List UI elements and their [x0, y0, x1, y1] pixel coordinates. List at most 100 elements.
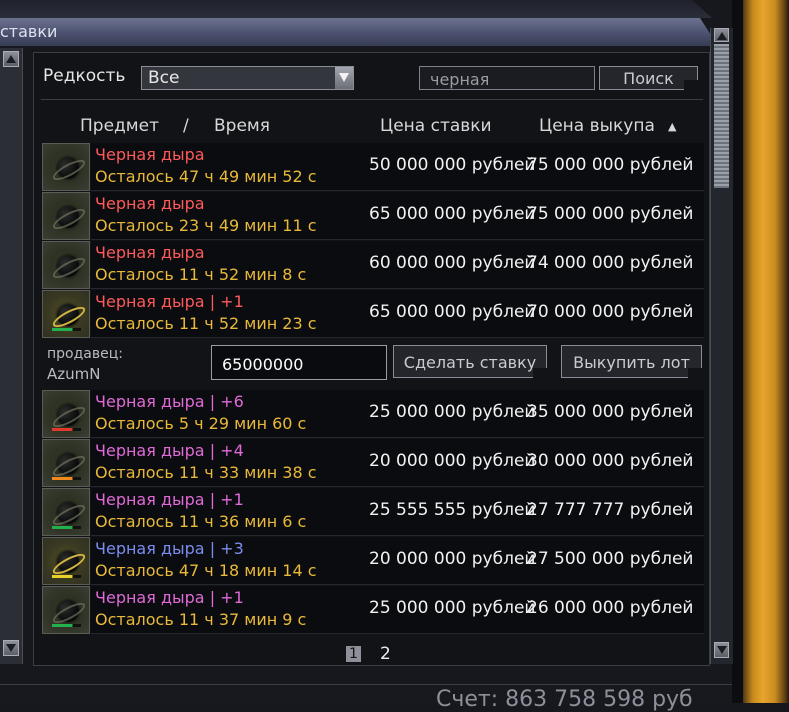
enhancement-level-bar [52, 477, 81, 480]
column-item-header[interactable]: Предмет [80, 116, 159, 136]
scroll-thumb[interactable] [714, 44, 729, 188]
enhancement-level-bar [52, 526, 81, 529]
right-scrollbar[interactable] [710, 28, 733, 664]
arrow-up-icon [717, 32, 727, 40]
column-bid-header[interactable]: Цена ставки [380, 116, 492, 136]
lot-row[interactable]: Черная дыра | +1 Осталось 11 ч 36 мин 6 с… [42, 488, 704, 536]
enhancement-level-bar [52, 575, 81, 578]
lot-bid-price: 65 000 000 рублей [369, 302, 536, 322]
black-hole-icon [42, 390, 90, 438]
lot-name: Черная дыра | +1 [95, 490, 244, 509]
column-separator: / [183, 116, 189, 136]
black-hole-icon [42, 586, 90, 634]
rarity-select-value: Все [148, 68, 180, 88]
scroll-down-button[interactable] [3, 640, 19, 656]
dropdown-arrow-icon[interactable] [335, 67, 353, 89]
rarity-select[interactable]: Все [141, 66, 354, 90]
left-scrollbar[interactable] [0, 48, 23, 664]
window-frame-border [741, 0, 789, 703]
filter-divider [41, 99, 703, 100]
lot-buyout-price: 74 000 000 рублей [527, 253, 694, 273]
lot-bid-price: 25 000 000 рублей [369, 402, 536, 422]
lot-bid-price: 50 000 000 рублей [369, 155, 536, 175]
scroll-up-button[interactable] [3, 51, 19, 67]
lot-row[interactable]: Черная дыра Осталось 23 ч 49 мин 11 с 65 0… [42, 192, 704, 240]
column-time-header[interactable]: Время [214, 116, 270, 136]
lot-buyout-price: 75 000 000 рублей [527, 155, 694, 175]
lot-time-left: Осталось 11 ч 36 мин 6 с [95, 512, 307, 531]
lot-bid-price: 25 555 555 рублей [369, 500, 536, 520]
lot-row[interactable]: Черная дыра | +1 Осталось 11 ч 37 мин 9 с… [42, 586, 704, 634]
lot-time-left: Осталось 23 ч 49 мин 11 с [95, 216, 317, 235]
black-hole-icon [42, 241, 90, 289]
search-input[interactable]: черная [419, 66, 595, 90]
lot-time-left: Осталось 11 ч 33 мин 38 с [95, 463, 317, 482]
lot-time-left: Осталось 47 ч 18 мин 14 с [95, 561, 317, 580]
buyout-lot-label: Выкупить лот [573, 353, 690, 372]
button-corner-notch [684, 80, 698, 90]
title-bar-bevel [0, 0, 712, 18]
lot-buyout-price: 75 000 000 рублей [527, 204, 694, 224]
black-hole-icon [42, 537, 90, 585]
lot-buyout-price: 30 000 000 рублей [527, 451, 694, 471]
title-bar: ставки [0, 18, 718, 46]
place-bid-button[interactable]: Сделать ставку [393, 345, 547, 378]
lot-time-left: Осталось 11 ч 52 мин 23 с [95, 314, 317, 333]
lot-name: Черная дыра [95, 243, 205, 262]
black-hole-icon [42, 439, 90, 487]
lot-name: Черная дыра | +3 [95, 539, 244, 558]
scroll-down-button[interactable] [714, 642, 729, 658]
sort-ascending-icon[interactable]: ▲ [668, 120, 676, 133]
page-1-current[interactable]: 1 [346, 646, 361, 662]
seller-name: AzumN [47, 365, 101, 383]
lot-bid-price: 60 000 000 рублей [369, 253, 536, 273]
lot-buyout-price: 70 000 000 рублей [527, 302, 694, 322]
enhancement-level-bar [52, 428, 81, 431]
button-corner-notch [688, 368, 702, 378]
lot-row[interactable]: Черная дыра | +4 Осталось 11 ч 33 мин 38 … [42, 439, 704, 487]
black-hole-icon [42, 192, 90, 240]
rarity-label: Редкость [43, 66, 126, 86]
enhancement-level-bar [52, 328, 81, 331]
lot-name: Черная дыра [95, 145, 205, 164]
search-button-label: Поиск [623, 69, 674, 88]
lot-bid-price: 20 000 000 рублей [369, 451, 536, 471]
search-button[interactable]: Поиск [599, 66, 698, 90]
account-balance: Счет: 863 758 598 руб [436, 687, 693, 712]
column-buyout-header[interactable]: Цена выкупа [539, 116, 655, 136]
lot-buyout-price: 27 777 777 рублей [527, 500, 694, 520]
black-hole-icon [42, 143, 90, 191]
lot-row[interactable]: Черная дыра Осталось 47 ч 49 мин 52 с 50 0… [42, 143, 704, 191]
lot-row[interactable]: Черная дыра Осталось 11 ч 52 мин 8 с 60 00… [42, 241, 704, 289]
lot-buyout-price: 35 000 000 рублей [527, 402, 694, 422]
frame-gap [732, 0, 743, 703]
buyout-lot-button[interactable]: Выкупить лот [561, 345, 702, 378]
place-bid-label: Сделать ставку [403, 353, 537, 372]
lot-bid-price: 20 000 000 рублей [369, 549, 536, 569]
lot-name: Черная дыра | +4 [95, 441, 244, 460]
lot-bid-price: 65 000 000 рублей [369, 204, 536, 224]
lot-time-left: Осталось 11 ч 37 мин 9 с [95, 610, 307, 629]
seller-label: продавец: [47, 346, 123, 362]
scroll-up-button[interactable] [714, 28, 729, 42]
bid-amount-input[interactable]: 65000000 [211, 345, 387, 380]
lot-time-left: Осталось 11 ч 52 мин 8 с [95, 265, 307, 284]
lot-row[interactable]: Черная дыра | +6 Осталось 5 ч 29 мин 60 с… [42, 390, 704, 438]
lot-name: Черная дыра [95, 194, 205, 213]
arrow-down-icon [6, 644, 16, 652]
lot-time-left: Осталось 5 ч 29 мин 60 с [95, 414, 307, 433]
lot-row[interactable]: Черная дыра | +1 Осталось 11 ч 52 мин 23 … [42, 290, 704, 338]
black-hole-icon [42, 488, 90, 536]
lot-buyout-price: 27 500 000 рублей [527, 549, 694, 569]
window-title: ставки [0, 22, 58, 41]
arrow-up-icon [6, 55, 16, 63]
page-2-link[interactable]: 2 [380, 644, 391, 664]
lot-name: Черная дыра | +1 [95, 588, 244, 607]
enhancement-level-bar [52, 624, 81, 627]
lot-name: Черная дыра | +1 [95, 292, 244, 311]
lot-row[interactable]: Черная дыра | +3 Осталось 47 ч 18 мин 14 … [42, 537, 704, 585]
black-hole-icon [42, 290, 90, 338]
lot-bid-price: 25 000 000 рублей [369, 598, 536, 618]
lot-name: Черная дыра | +6 [95, 392, 244, 411]
arrow-down-icon [717, 646, 727, 654]
